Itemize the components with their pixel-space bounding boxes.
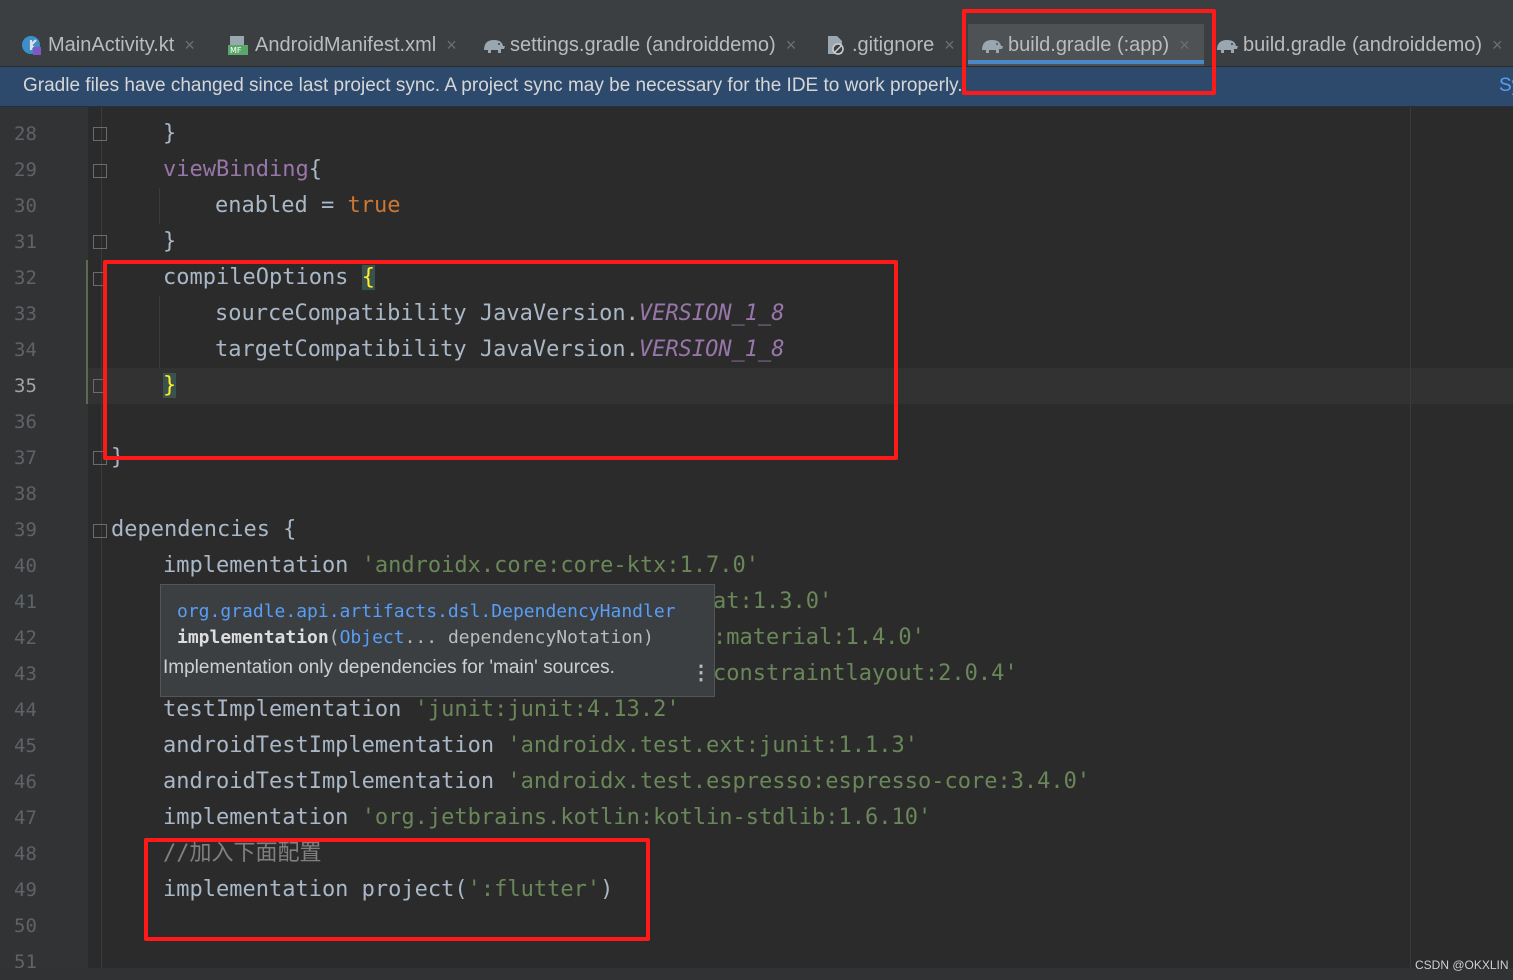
tab-close-icon[interactable]: ×	[944, 35, 955, 56]
code-line-43: constraintlayout:2.0.4'	[713, 661, 1018, 686]
popup-signature: implementation(Object... dependencyNotat…	[177, 627, 654, 648]
line-number[interactable]: 43	[14, 656, 37, 692]
code-line-39: dependencies {	[111, 517, 297, 542]
kotlin-class-icon	[20, 34, 42, 56]
line-number[interactable]: 49	[14, 872, 37, 908]
tab-gitignore[interactable]: .gitignore ×	[824, 24, 955, 66]
line-number[interactable]: 47	[14, 800, 37, 836]
tab-label: build.gradle (androiddemo)	[1243, 33, 1483, 56]
gradle-elephant-icon	[482, 34, 505, 56]
tab-label: MainActivity.kt	[48, 33, 175, 56]
tab-close-icon[interactable]: ×	[786, 35, 797, 56]
indent-guide	[159, 188, 160, 224]
highlight-box-active-tab	[962, 9, 1216, 95]
code-line-31: }	[163, 229, 177, 254]
notification-text: Gradle files have changed since last pro…	[23, 75, 963, 96]
line-number[interactable]: 35	[14, 368, 37, 404]
svg-text:MF: MF	[230, 46, 242, 55]
code-line-28: }	[163, 121, 177, 146]
fold-marker-icon[interactable]	[93, 235, 107, 249]
right-margin-guide	[1410, 107, 1411, 980]
tab-settings-gradle[interactable]: settings.gradle (androiddemo) ×	[482, 24, 796, 66]
line-number[interactable]: 33	[14, 296, 37, 332]
gradle-elephant-icon	[1215, 34, 1238, 56]
code-line-42: :material:1.4.0'	[713, 625, 925, 650]
ignore-file-icon	[824, 34, 846, 56]
code-line-47: implementation 'org.jetbrains.kotlin:kot…	[163, 805, 932, 830]
line-number[interactable]: 38	[14, 476, 37, 512]
watermark: CSDN @OKXLIN	[1415, 958, 1509, 972]
popup-class-name[interactable]: org.gradle.api.artifacts.dsl.DependencyH…	[177, 601, 676, 622]
line-number[interactable]: 42	[14, 620, 37, 656]
vcs-change-marker[interactable]	[86, 260, 88, 404]
tab-build-gradle-project[interactable]: build.gradle (androiddemo) ×	[1215, 24, 1503, 66]
line-number[interactable]: 28	[14, 116, 37, 152]
quick-doc-popup[interactable]: org.gradle.api.artifacts.dsl.DependencyH…	[160, 584, 715, 697]
code-line-41: at:1.3.0'	[713, 589, 833, 614]
code-line-29: viewBinding{	[163, 157, 322, 182]
popup-documentation-text: Implementation only dependencies for 'ma…	[163, 657, 615, 678]
line-number[interactable]: 44	[14, 692, 37, 728]
editor-tab-bar: MainActivity.kt × MF AndroidManifest.xml…	[0, 24, 1513, 67]
fold-marker-icon[interactable]	[93, 127, 107, 141]
line-number[interactable]: 32	[14, 260, 37, 296]
fold-marker-icon[interactable]	[93, 524, 107, 538]
sync-notification-banner: Gradle files have changed since last pro…	[0, 67, 1513, 107]
manifest-icon: MF	[227, 34, 249, 56]
line-number[interactable]: 36	[14, 404, 37, 440]
tab-close-icon[interactable]: ×	[1492, 35, 1503, 56]
tab-androidmanifest[interactable]: MF AndroidManifest.xml ×	[227, 24, 457, 66]
line-number[interactable]: 39	[14, 512, 37, 548]
line-number[interactable]: 37	[14, 440, 37, 476]
tab-close-icon[interactable]: ×	[184, 35, 195, 56]
line-number[interactable]: 46	[14, 764, 37, 800]
line-number[interactable]: 31	[14, 224, 37, 260]
sync-now-link[interactable]: Sy	[1499, 75, 1513, 97]
tab-label: AndroidManifest.xml	[255, 33, 437, 56]
highlight-box-flutter-dependency	[144, 838, 650, 941]
code-line-45: androidTestImplementation 'androidx.test…	[163, 733, 918, 758]
tab-label: settings.gradle (androiddemo)	[510, 33, 776, 56]
code-line-30: enabled = true	[215, 193, 401, 218]
fold-marker-icon[interactable]	[93, 164, 107, 178]
tab-mainactivity[interactable]: MainActivity.kt ×	[20, 24, 195, 66]
code-line-40: implementation 'androidx.core:core-ktx:1…	[163, 553, 760, 578]
line-number[interactable]: 40	[14, 548, 37, 584]
line-number[interactable]: 50	[14, 908, 37, 944]
more-options-icon[interactable]: ⋮	[691, 660, 711, 684]
line-number[interactable]: 34	[14, 332, 37, 368]
line-number[interactable]: 29	[14, 152, 37, 188]
code-line-44: testImplementation 'junit:junit:4.13.2'	[163, 697, 680, 722]
line-number[interactable]: 30	[14, 188, 37, 224]
code-line-46: androidTestImplementation 'androidx.test…	[163, 769, 1091, 794]
window-top-strip	[0, 0, 1513, 24]
line-number[interactable]: 48	[14, 836, 37, 872]
line-number[interactable]: 45	[14, 728, 37, 764]
highlight-box-compile-options	[103, 260, 898, 460]
line-number[interactable]: 41	[14, 584, 37, 620]
horizontal-scrollbar[interactable]	[0, 968, 1513, 980]
tab-label: .gitignore	[852, 33, 935, 56]
tab-close-icon[interactable]: ×	[446, 35, 457, 56]
